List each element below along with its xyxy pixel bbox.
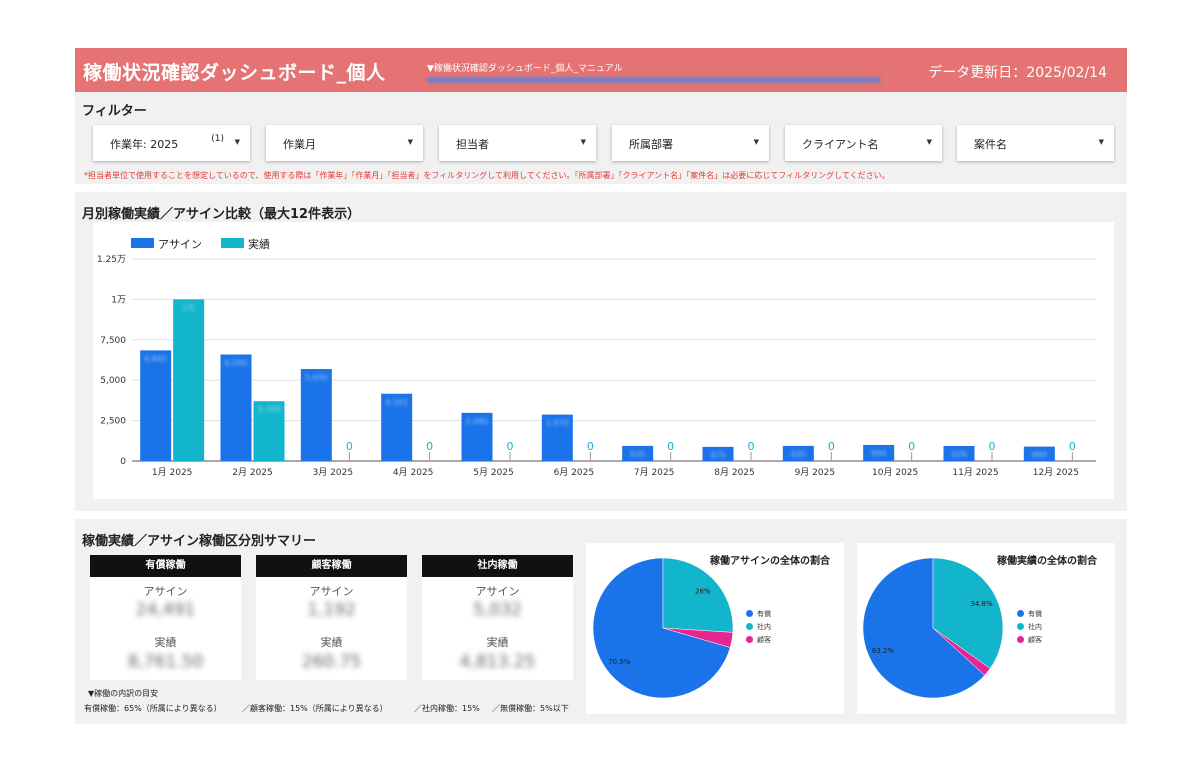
legend-label-client: 顧客 xyxy=(1028,636,1042,644)
x-tick-label: 9月 2025 xyxy=(795,467,836,478)
kpi-actual-value: 4,813.25 xyxy=(459,652,536,672)
bar-value-label: 875 xyxy=(710,451,725,460)
x-tick-label: 8月 2025 xyxy=(714,467,755,478)
bar-value-label: 935 xyxy=(630,450,645,459)
x-tick-label: 5月 2025 xyxy=(473,467,514,478)
bar-assign xyxy=(300,369,332,461)
kpi-internal-header: 社内稼働 xyxy=(422,555,573,577)
kpi-client-header: 顧客稼働 xyxy=(256,555,407,577)
bar-value-label: 2,980 xyxy=(466,417,489,426)
y-tick-label: 1万 xyxy=(111,295,126,305)
legend-label-paid: 有償 xyxy=(757,610,771,618)
breakdown-note-internal: ／社内稼働：15% xyxy=(414,704,480,713)
y-tick-label: 5,000 xyxy=(100,376,126,386)
bar-value-label: 0 xyxy=(587,440,594,453)
bar-assign xyxy=(140,350,172,461)
kpi-paid-header: 有償稼働 xyxy=(90,555,241,577)
bar-value-label: 0 xyxy=(828,440,835,453)
kpi-actual-label: 実績 xyxy=(154,636,177,649)
legend-dot-client xyxy=(1017,636,1024,643)
bar-value-label: 4,161 xyxy=(385,398,408,407)
kpi-assign-value: 1,192 xyxy=(307,600,356,620)
breakdown-note-title: ▼稼働の内訳の目安 xyxy=(88,689,159,698)
pie-panel-actual: 稼働実績の全体の割合 有償 社内 顧客 xyxy=(857,543,1115,714)
bar-value-label: 5,690 xyxy=(305,373,328,382)
summary-section-title: 稼働実績／アサイン稼働区分別サマリー xyxy=(82,534,317,549)
y-tick-label: 0 xyxy=(120,457,126,467)
section-divider xyxy=(75,511,1127,519)
kpi-assign-label: アサイン xyxy=(143,585,188,598)
pie-panel-assign: 稼働アサインの全体の割合 有償 社内 顧客 xyxy=(586,543,844,714)
y-tick-label: 7,500 xyxy=(100,336,126,346)
bar-value-label: 929 xyxy=(951,450,966,459)
bar-value-label: 0 xyxy=(346,440,353,453)
x-tick-label: 12月 2025 xyxy=(1033,467,1079,478)
bar-value-label: 889 xyxy=(1032,451,1047,460)
bar-value-label: 0 xyxy=(426,440,433,453)
x-tick-label: 6月 2025 xyxy=(554,467,595,478)
legend-label-client: 顧客 xyxy=(757,636,771,644)
kpi-assign-value: 5,032 xyxy=(473,600,522,620)
y-tick-label: 1.25万 xyxy=(97,255,126,265)
bar-value-label: 0 xyxy=(1069,440,1076,453)
breakdown-note-paid: 有償稼働：65%（所属により異なる） xyxy=(84,704,222,713)
breakdown-note-unpaid: ／無償稼働：5%以下 xyxy=(492,704,569,713)
legend-dot-internal xyxy=(1017,623,1024,630)
x-tick-label: 2月 2025 xyxy=(232,467,273,478)
y-tick-label: 2,500 xyxy=(100,417,126,427)
kpi-actual-label: 実績 xyxy=(486,636,509,649)
bar-value-label: 935 xyxy=(791,450,806,459)
x-tick-label: 1月 2025 xyxy=(152,467,193,478)
kpi-paid-card: アサイン 24,491 実績 8,761.50 xyxy=(90,577,241,680)
kpi-internal-card: アサイン 5,032 実績 4,813.25 xyxy=(422,577,573,680)
bar-actual xyxy=(173,299,205,461)
kpi-assign-label: アサイン xyxy=(475,585,520,598)
pie-title-actual: 稼働実績の全体の割合 xyxy=(997,556,1097,567)
legend-label-paid: 有償 xyxy=(1028,610,1042,618)
bar-value-label: 0 xyxy=(989,440,996,453)
kpi-assign-label: アサイン xyxy=(309,585,354,598)
x-tick-label: 11月 2025 xyxy=(952,467,998,478)
bar-value-label: 0 xyxy=(667,440,674,453)
bar-value-label: 0 xyxy=(507,440,514,453)
bar-assign xyxy=(220,354,252,461)
legend-label-internal: 社内 xyxy=(757,623,771,631)
legend-dot-paid xyxy=(1017,610,1024,617)
bar-value-label: 994 xyxy=(871,449,886,458)
bar-value-label: 2,870 xyxy=(546,419,569,428)
kpi-client-card: アサイン 1,192 実績 260.75 xyxy=(256,577,407,680)
kpi-actual-value: 260.75 xyxy=(301,652,362,672)
kpi-assign-value: 24,491 xyxy=(135,600,196,620)
kpi-actual-label: 実績 xyxy=(320,636,343,649)
x-tick-label: 10月 2025 xyxy=(872,467,918,478)
bar-value-label: 3,700 xyxy=(258,405,281,414)
legend-dot-paid xyxy=(746,610,753,617)
bar-value-label: 0 xyxy=(908,440,915,453)
legend-dot-internal xyxy=(746,623,753,630)
bar-value-label: 6,590 xyxy=(225,359,248,368)
x-tick-label: 7月 2025 xyxy=(634,467,675,478)
x-tick-label: 4月 2025 xyxy=(393,467,434,478)
pie-title-assign: 稼働アサインの全体の割合 xyxy=(710,556,830,567)
kpi-actual-value: 8,761.50 xyxy=(127,652,204,672)
bar-value-label: 6,845 xyxy=(144,354,167,363)
bar-value-label: 0 xyxy=(748,440,755,453)
x-tick-label: 3月 2025 xyxy=(313,467,354,478)
breakdown-note-client: ／顧客稼働：15%（所属により異なる） xyxy=(242,704,388,713)
bar-value-label: 1万 xyxy=(182,303,195,312)
legend-dot-client xyxy=(746,636,753,643)
legend-label-internal: 社内 xyxy=(1028,623,1042,631)
